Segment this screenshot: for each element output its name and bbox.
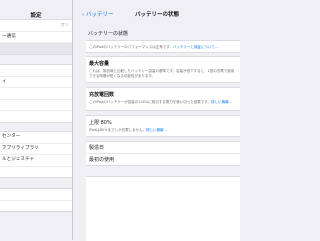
page-title: バッテリーの状態 bbox=[134, 12, 179, 18]
first-use-row: 最初の使用 bbox=[86, 154, 240, 166]
limit-80-title: 上限 80% bbox=[89, 120, 112, 126]
first-use-label: 最初の使用 bbox=[89, 157, 115, 163]
empty-content-area bbox=[86, 176, 240, 241]
cycle-count-title: 充放電回数 bbox=[89, 92, 115, 98]
sidebar-item-app-library[interactable]: アプリライブラリ bbox=[0, 144, 72, 156]
settings-sidebar: 設定 オン ー通信 ィ センター アプリライブラリ ルとジェスチャ bbox=[0, 0, 73, 240]
sidebar-item[interactable]: ィ bbox=[0, 77, 72, 89]
sidebar-item[interactable] bbox=[0, 88, 72, 100]
cycle-count-more-link[interactable]: 詳しい情報... bbox=[211, 100, 232, 104]
limit-80-card: 上限 80% iPadは80%までしか充電しません。詳しい情報... bbox=[86, 115, 240, 137]
sidebar-item-label: センター bbox=[2, 134, 21, 139]
sidebar-item-label: ィ bbox=[2, 78, 7, 84]
sidebar-item-value: オン bbox=[60, 22, 69, 27]
limit-80-desc: iPadは80%までしか充電しません。詳しい情報... bbox=[89, 128, 236, 133]
max-capacity-desc: これは、新品時と比較したバッテリー容量の基準です。容量が低下すると、1回の充電で… bbox=[89, 69, 235, 78]
limit-80-desc-text: iPadは80%までしか充電しません。 bbox=[89, 128, 146, 132]
battery-state-header: バッテリーの状態 bbox=[88, 31, 129, 37]
sidebar-item[interactable] bbox=[0, 201, 72, 212]
manufacture-date-label: 製造日 bbox=[89, 145, 105, 151]
sidebar-item-label: ルとジェスチャ bbox=[2, 157, 35, 163]
max-capacity-title: 最大容量 bbox=[89, 61, 110, 67]
battery-state-desc-text: このiPadのバッテリーのパフォーマンスは正常です。 bbox=[89, 45, 173, 49]
sidebar-group-general: ィ bbox=[0, 64, 72, 123]
battery-health-page: ‹ バッテリー バッテリーの状態 バッテリーの状態 このiPadのバッテリーのパ… bbox=[74, 0, 240, 241]
manufacture-date-row: 製造日 bbox=[86, 141, 240, 153]
sidebar-group-display: センター アプリライブラリ ルとジェスチャ bbox=[0, 131, 72, 179]
sidebar-item-label: ー通信 bbox=[2, 33, 16, 39]
cycle-count-card: 充放電回数 このiPadのバッテリーが容量の100%に相当する電力を使い切った回… bbox=[86, 87, 240, 111]
battery-state-desc: このiPadのバッテリーのパフォーマンスは正常です。バッテリーと保証について..… bbox=[89, 45, 236, 50]
sidebar-item[interactable] bbox=[0, 65, 72, 77]
sidebar-item-gestures[interactable]: ルとジェスチャ bbox=[0, 155, 72, 167]
sidebar-item-selected[interactable] bbox=[0, 43, 72, 54]
cycle-count-desc-text: このiPadのバッテリーが容量の100%に相当する電力を使い切った回数です。 bbox=[89, 100, 211, 104]
limit-80-more-link[interactable]: 詳しい情報... bbox=[146, 128, 167, 132]
sidebar-title: 設定 bbox=[30, 13, 42, 19]
sidebar-item[interactable] bbox=[0, 189, 72, 201]
sidebar-group-apps bbox=[0, 188, 72, 213]
sidebar-item-label: アプリライブラリ bbox=[2, 145, 39, 151]
sidebar-group-network: オン ー通信 bbox=[0, 19, 72, 55]
battery-warranty-link[interactable]: バッテリーと保証について... bbox=[173, 45, 218, 49]
sidebar-item[interactable] bbox=[0, 100, 72, 112]
cycle-count-desc: このiPadのバッテリーが容量の100%に相当する電力を使い切った回数です。詳し… bbox=[89, 100, 236, 105]
max-capacity-card: 最大容量 これは、新品時と比較したバッテリー容量の基準です。容量が低下すると、1… bbox=[86, 56, 240, 83]
sidebar-item-control-center[interactable]: センター bbox=[0, 132, 72, 144]
battery-state-card: このiPadのバッテリーのパフォーマンスは正常です。バッテリーと保証について..… bbox=[86, 40, 240, 53]
sidebar-item[interactable] bbox=[0, 111, 72, 122]
sidebar-item[interactable] bbox=[0, 167, 72, 178]
sidebar-item-data[interactable]: ー通信 bbox=[0, 32, 72, 44]
sidebar-item-toggle[interactable]: オン bbox=[0, 20, 72, 32]
